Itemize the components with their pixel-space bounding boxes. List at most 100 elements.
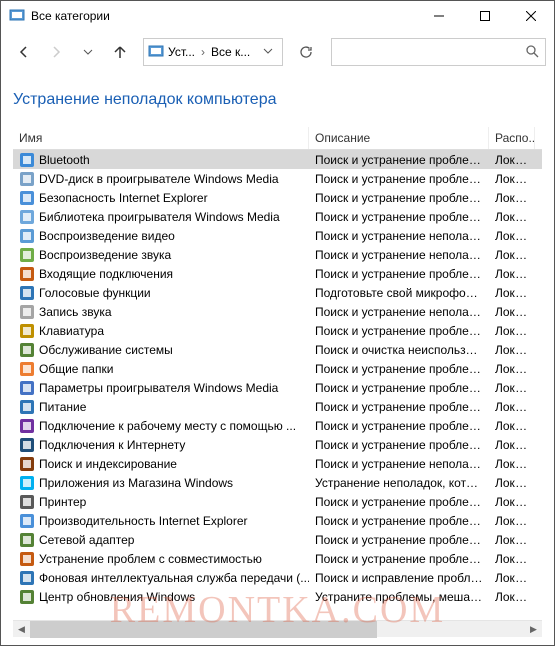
list-item[interactable]: ПринтерПоиск и устранение проблем с ...Л… [13,492,542,511]
list-item[interactable]: КлавиатураПоиск и устранение проблем с .… [13,321,542,340]
item-desc: Поиск и устранение проблем с ... [309,533,489,547]
breadcrumb-part1[interactable]: Уст... [168,45,195,59]
item-name-cell: Общие папки [13,361,309,377]
minimize-button[interactable] [416,1,462,31]
item-loc: Локал... [489,362,535,376]
ie-security-icon [19,190,35,206]
item-desc: Поиск и устранение проблем с ... [309,495,489,509]
window-controls [416,1,554,31]
item-loc: Локал... [489,381,535,395]
scroll-track[interactable] [30,621,525,638]
list-item[interactable]: Входящие подключенияПоиск и устранение п… [13,264,542,283]
list-item[interactable]: Воспроизведение видеоПоиск и устранение … [13,226,542,245]
printer-icon [19,494,35,510]
video-icon [19,228,35,244]
item-name-cell: Запись звука [13,304,309,320]
list-item[interactable]: ПитаниеПоиск и устранение проблем с ...Л… [13,397,542,416]
item-loc: Локал... [489,305,535,319]
item-loc: Локал... [489,590,535,604]
maximize-button[interactable] [462,1,508,31]
keyboard-icon [19,323,35,339]
back-button[interactable] [9,37,39,67]
item-desc: Поиск и устранение неполадок ... [309,248,489,262]
item-desc: Поиск и устранение проблем с ... [309,362,489,376]
scroll-left-button[interactable]: ◀ [13,621,30,638]
incoming-icon [19,266,35,282]
list-item[interactable]: Устранение проблем с совместимостьюПоиск… [13,549,542,568]
compat-icon [19,551,35,567]
item-loc: Локал... [489,172,535,186]
item-name: Приложения из Магазина Windows [39,476,233,490]
item-loc: Локал... [489,552,535,566]
list-item[interactable]: Воспроизведение звукаПоиск и устранение … [13,245,542,264]
list-item[interactable]: Приложения из Магазина WindowsУстранение… [13,473,542,492]
list-item[interactable]: Запись звукаПоиск и устранение неполадок… [13,302,542,321]
scroll-right-button[interactable]: ▶ [525,621,542,638]
item-name: Устранение проблем с совместимостью [39,552,262,566]
item-desc: Поиск и очистка неиспользуем... [309,343,489,357]
up-button[interactable] [105,37,135,67]
column-name[interactable]: Имя [13,127,309,149]
window: Все категории Уст... › Все к... Устранен… [0,0,555,646]
item-desc: Поиск и устранение неполадок ... [309,457,489,471]
search-index-icon [19,456,35,472]
recent-dropdown[interactable] [73,37,103,67]
list-item[interactable]: Центр обновления WindowsУстраните пробле… [13,587,542,606]
wmp-settings-icon [19,380,35,396]
audio-icon [19,247,35,263]
item-desc: Подготовьте свой микрофон и ... [309,286,489,300]
item-loc: Локал... [489,571,535,585]
breadcrumb[interactable]: Уст... › Все к... [143,38,283,66]
list-item[interactable]: BluetoothПоиск и устранение проблем у...… [13,150,542,169]
wmp-library-icon [19,209,35,225]
item-name: Безопасность Internet Explorer [39,191,208,205]
store-icon [19,475,35,491]
search-box[interactable] [331,38,546,66]
close-button[interactable] [508,1,554,31]
list-item[interactable]: Поиск и индексированиеПоиск и устранение… [13,454,542,473]
list-item[interactable]: Производительность Internet ExplorerПоис… [13,511,542,530]
internet-icon [19,437,35,453]
item-name: Клавиатура [39,324,104,338]
content-area: Устранение неполадок компьютера Имя Опис… [1,73,554,645]
horizontal-scrollbar[interactable]: ◀ ▶ [13,620,542,637]
item-list[interactable]: BluetoothПоиск и устранение проблем у...… [13,150,542,620]
record-icon [19,304,35,320]
list-item[interactable]: DVD-диск в проигрывателе Windows MediaПо… [13,169,542,188]
search-icon[interactable] [525,44,539,61]
list-item[interactable]: Сетевой адаптерПоиск и устранение пробле… [13,530,542,549]
refresh-button[interactable] [291,38,321,66]
bits-icon [19,570,35,586]
list-item[interactable]: Фоновая интеллектуальная служба передачи… [13,568,542,587]
item-name-cell: Устранение проблем с совместимостью [13,551,309,567]
item-loc: Локал... [489,476,535,490]
list-item[interactable]: Параметры проигрывателя Windows MediaПои… [13,378,542,397]
list-item[interactable]: Библиотека проигрывателя Windows MediaПо… [13,207,542,226]
list-item[interactable]: Обслуживание системыПоиск и очистка неис… [13,340,542,359]
scroll-thumb[interactable] [30,621,377,638]
item-desc: Поиск и устранение неполадок ... [309,229,489,243]
list-item[interactable]: Голосовые функцииПодготовьте свой микроф… [13,283,542,302]
item-loc: Локал... [489,267,535,281]
item-desc: Поиск и устранение проблем с ... [309,267,489,281]
item-desc: Поиск и исправление проблем, ... [309,571,489,585]
list-item[interactable]: Подключение к рабочему месту с помощью .… [13,416,542,435]
list-item[interactable]: Подключения к ИнтернетуПоиск и устранени… [13,435,542,454]
column-description[interactable]: Описание [309,127,489,149]
window-title: Все категории [31,9,416,23]
item-name-cell: Подключение к рабочему месту с помощью .… [13,418,309,434]
dvd-icon [19,171,35,187]
item-name: Фоновая интеллектуальная служба передачи… [39,571,309,585]
bluetooth-icon [19,152,35,168]
breadcrumb-part2[interactable]: Все к... [211,45,250,59]
list-item[interactable]: Безопасность Internet ExplorerПоиск и ус… [13,188,542,207]
voice-icon [19,285,35,301]
chevron-down-icon[interactable] [258,45,278,59]
forward-button[interactable] [41,37,71,67]
search-input[interactable] [338,45,525,59]
item-name-cell: Подключения к Интернету [13,437,309,453]
column-location[interactable]: Распо... [489,127,535,149]
list-item[interactable]: Общие папкиПоиск и устранение проблем с … [13,359,542,378]
item-loc: Локал... [489,514,535,528]
item-loc: Локал... [489,400,535,414]
